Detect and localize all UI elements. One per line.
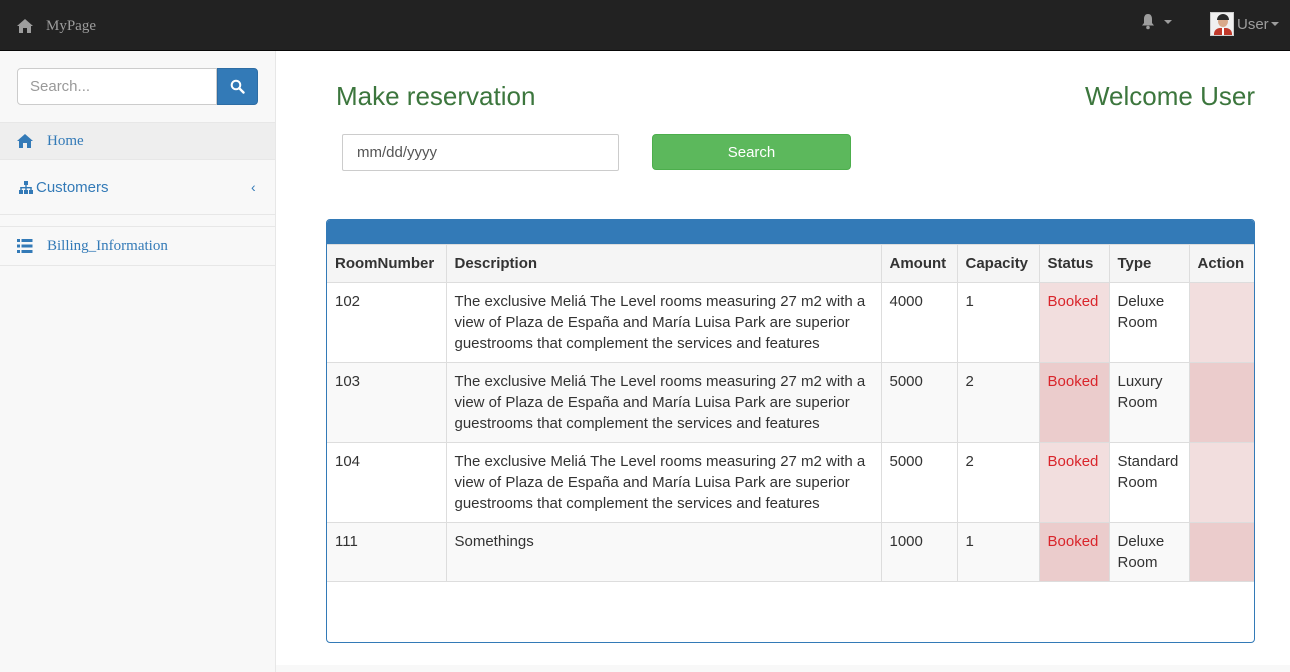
column-header-capacity: Capacity — [956, 244, 1040, 283]
cell-amount: 4000 — [880, 282, 958, 363]
user-name: User — [1237, 15, 1269, 33]
main-content: Make reservation Welcome User mm/dd/yyyy… — [276, 51, 1290, 665]
search-reservation-button[interactable]: Search — [652, 134, 851, 170]
bell-icon — [1142, 14, 1154, 30]
sidebar-item-customers[interactable]: Customers ‹ — [0, 160, 275, 215]
avatar — [1210, 12, 1234, 36]
cell-status: Booked — [1038, 522, 1110, 582]
column-header-amount: Amount — [880, 244, 958, 283]
cell-action[interactable] — [1188, 362, 1254, 443]
search-button[interactable] — [217, 68, 258, 105]
panel-heading — [327, 220, 1254, 244]
cell-capacity: 1 — [956, 522, 1040, 582]
cell-description: The exclusive Meliá The Level rooms meas… — [445, 282, 882, 363]
cell-type: Standard Room — [1108, 442, 1190, 523]
table-header-row: RoomNumber Description Amount Capacity S… — [327, 244, 1254, 283]
list-icon — [17, 239, 33, 253]
cell-description: The exclusive Meliá The Level rooms meas… — [445, 362, 882, 443]
cell-room-number: 104 — [327, 442, 447, 523]
sidebar-item-home[interactable]: Home — [0, 122, 275, 160]
table-row: 102 The exclusive Meliá The Level rooms … — [327, 282, 1254, 363]
search-input[interactable] — [17, 68, 217, 105]
rooms-table: RoomNumber Description Amount Capacity S… — [327, 244, 1254, 582]
column-header-action: Action — [1188, 244, 1254, 283]
cell-action[interactable] — [1188, 282, 1254, 363]
top-navbar: MyPage User — [0, 0, 1290, 51]
rooms-panel: RoomNumber Description Amount Capacity S… — [326, 219, 1255, 643]
welcome-message: Welcome User — [1084, 81, 1255, 111]
page-title: Make reservation — [336, 81, 536, 111]
cell-amount: 1000 — [880, 522, 958, 582]
column-header-status: Status — [1038, 244, 1110, 283]
cell-room-number: 102 — [327, 282, 447, 363]
notifications-dropdown[interactable] — [1140, 13, 1172, 30]
cell-room-number: 111 — [327, 522, 447, 582]
chevron-left-icon: ‹ — [251, 179, 256, 195]
home-icon — [17, 134, 33, 148]
sitemap-icon — [19, 181, 33, 194]
cell-amount: 5000 — [880, 362, 958, 443]
chevron-down-icon — [1164, 19, 1172, 24]
cell-type: Luxury Room — [1108, 362, 1190, 443]
sidebar-item-billing-information[interactable]: Billing_Information — [0, 226, 275, 266]
cell-type: Deluxe Room — [1108, 282, 1190, 363]
sidebar-search — [17, 68, 258, 105]
column-header-description: Description — [445, 244, 882, 283]
cell-status: Booked — [1038, 362, 1110, 443]
cell-action[interactable] — [1188, 442, 1254, 523]
cell-status: Booked — [1038, 282, 1110, 363]
sidebar-item-label: Billing_Information — [47, 237, 168, 254]
table-row: 103 The exclusive Meliá The Level rooms … — [327, 362, 1254, 443]
search-icon — [230, 79, 245, 94]
brand-text: MyPage — [46, 17, 96, 34]
user-dropdown[interactable]: User — [1210, 12, 1279, 36]
home-icon — [17, 19, 33, 33]
cell-amount: 5000 — [880, 442, 958, 523]
column-header-roomnumber: RoomNumber — [327, 244, 447, 283]
cell-type: Deluxe Room — [1108, 522, 1190, 582]
cell-action[interactable] — [1188, 522, 1254, 582]
table-row: 104 The exclusive Meliá The Level rooms … — [327, 442, 1254, 523]
brand-link[interactable]: MyPage — [16, 12, 96, 40]
date-field[interactable]: mm/dd/yyyy — [342, 134, 619, 171]
cell-description: Somethings — [445, 522, 882, 582]
cell-description: The exclusive Meliá The Level rooms meas… — [445, 442, 882, 523]
sidebar: Home Customers ‹ Billing_Information — [0, 51, 276, 672]
cell-status: Booked — [1038, 442, 1110, 523]
sidebar-item-label: Customers — [36, 178, 109, 196]
cell-capacity: 2 — [956, 362, 1040, 443]
sidebar-item-label: Home — [47, 132, 84, 149]
column-header-type: Type — [1108, 244, 1190, 283]
table-row: 111 Somethings 1000 1 Booked Deluxe Room — [327, 522, 1254, 582]
cell-capacity: 2 — [956, 442, 1040, 523]
chevron-down-icon — [1270, 22, 1279, 26]
cell-room-number: 103 — [327, 362, 447, 443]
cell-capacity: 1 — [956, 282, 1040, 363]
